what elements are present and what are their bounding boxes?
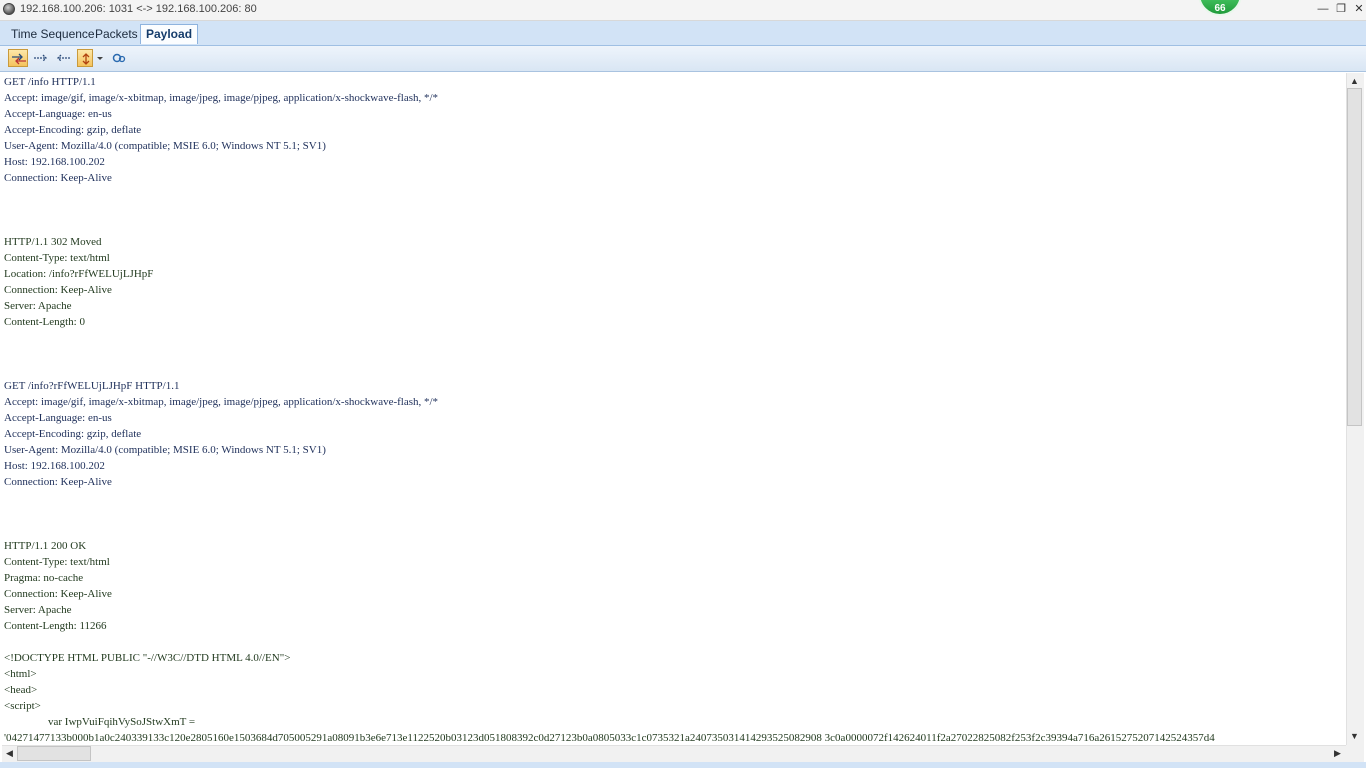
payload-line: Content-Length: 0 [4,316,85,328]
payload-line: GET /info?rFfWELUjLJHpF HTTP/1.1 [4,380,180,392]
settings-icon[interactable] [109,49,129,67]
horizontal-scrollbar[interactable] [2,745,1346,763]
title-bar: 192.168.100.206: 1031 <-> 192.168.100.20… [0,0,1366,21]
payload-line: Accept-Language: en-us [4,412,112,424]
payload-line: User-Agent: Mozilla/4.0 (compatible; MSI… [4,140,326,152]
highlight-icon[interactable] [77,49,93,67]
minimize-button[interactable]: — [1316,2,1330,16]
payload-line: GET /info HTTP/1.1 [4,76,96,88]
payload-line: <html> [4,668,37,680]
payload-line: Connection: Keep-Alive [4,284,112,296]
payload-line: User-Agent: Mozilla/4.0 (compatible; MSI… [4,444,326,456]
window-bottom-edge [0,762,1366,768]
payload-line: Content-Length: 11266 [4,620,107,632]
vertical-scroll-thumb[interactable] [1347,88,1362,426]
scroll-corner [1346,745,1364,762]
payload-line: Server: Apache [4,604,72,616]
payload-text-area[interactable]: GET /info HTTP/1.1 Accept: image/gif, ima… [2,73,1346,744]
notification-badge[interactable]: 66 [1198,0,1242,16]
payload-line: Location: /info?rFfWELUjLJHpF [4,268,154,280]
payload-line: Accept: image/gif, image/x-xbitmap, imag… [4,396,439,408]
payload-line: Server: Apache [4,300,72,312]
payload-line: Host: 192.168.100.202 [4,460,105,472]
payload-line: '04271477133b000b1a0c240339133c120e28051… [4,732,1215,744]
horizontal-scroll-thumb[interactable] [17,746,91,761]
client-to-server-icon[interactable] [31,49,51,67]
payload-line: HTTP/1.1 200 OK [4,540,87,552]
window-title: 192.168.100.206: 1031 <-> 192.168.100.20… [20,3,257,15]
app-icon [3,3,15,15]
scroll-up-icon[interactable]: ▲ [1347,74,1362,89]
payload-line: Connection: Keep-Alive [4,588,112,600]
payload-line: HTTP/1.1 302 Moved [4,236,102,248]
payload-line: Pragma: no-cache [4,572,84,584]
tab-strip: Time Sequence Packets Payload [0,21,1366,46]
scroll-left-icon[interactable]: ◀ [2,746,17,761]
payload-line: <script> [4,700,41,712]
close-button[interactable]: ✕ [1352,2,1366,16]
payload-line: <head> [4,684,38,696]
payload-line: Accept-Language: en-us [4,108,112,120]
tab-payload[interactable]: Payload [140,24,199,44]
payload-line: Content-Type: text/html [4,556,110,568]
payload-line: Connection: Keep-Alive [4,476,112,488]
both-directions-icon[interactable] [8,49,28,67]
restore-button[interactable]: ❐ [1334,2,1348,16]
payload-line: var IwpVuiFqihVySoJStwXmT = [4,716,196,728]
server-to-client-icon[interactable] [53,49,73,67]
payload-line: Accept: image/gif, image/x-xbitmap, imag… [4,92,439,104]
payload-line: Accept-Encoding: gzip, deflate [4,428,142,440]
toolbar [0,46,1366,72]
payload-line: Connection: Keep-Alive [4,172,112,184]
payload-line: Host: 192.168.100.202 [4,156,105,168]
scroll-down-icon[interactable]: ▼ [1347,729,1362,744]
payload-line: Accept-Encoding: gzip, deflate [4,124,142,136]
payload-line: <!DOCTYPE HTML PUBLIC "-//W3C//DTD HTML … [4,652,291,664]
tab-time-sequence[interactable]: Time Sequence [6,25,100,44]
tab-packets[interactable]: Packets [90,25,143,44]
dropdown-icon[interactable] [94,49,106,67]
payload-line: Content-Type: text/html [4,252,110,264]
scroll-right-icon[interactable]: ▶ [1330,746,1345,761]
